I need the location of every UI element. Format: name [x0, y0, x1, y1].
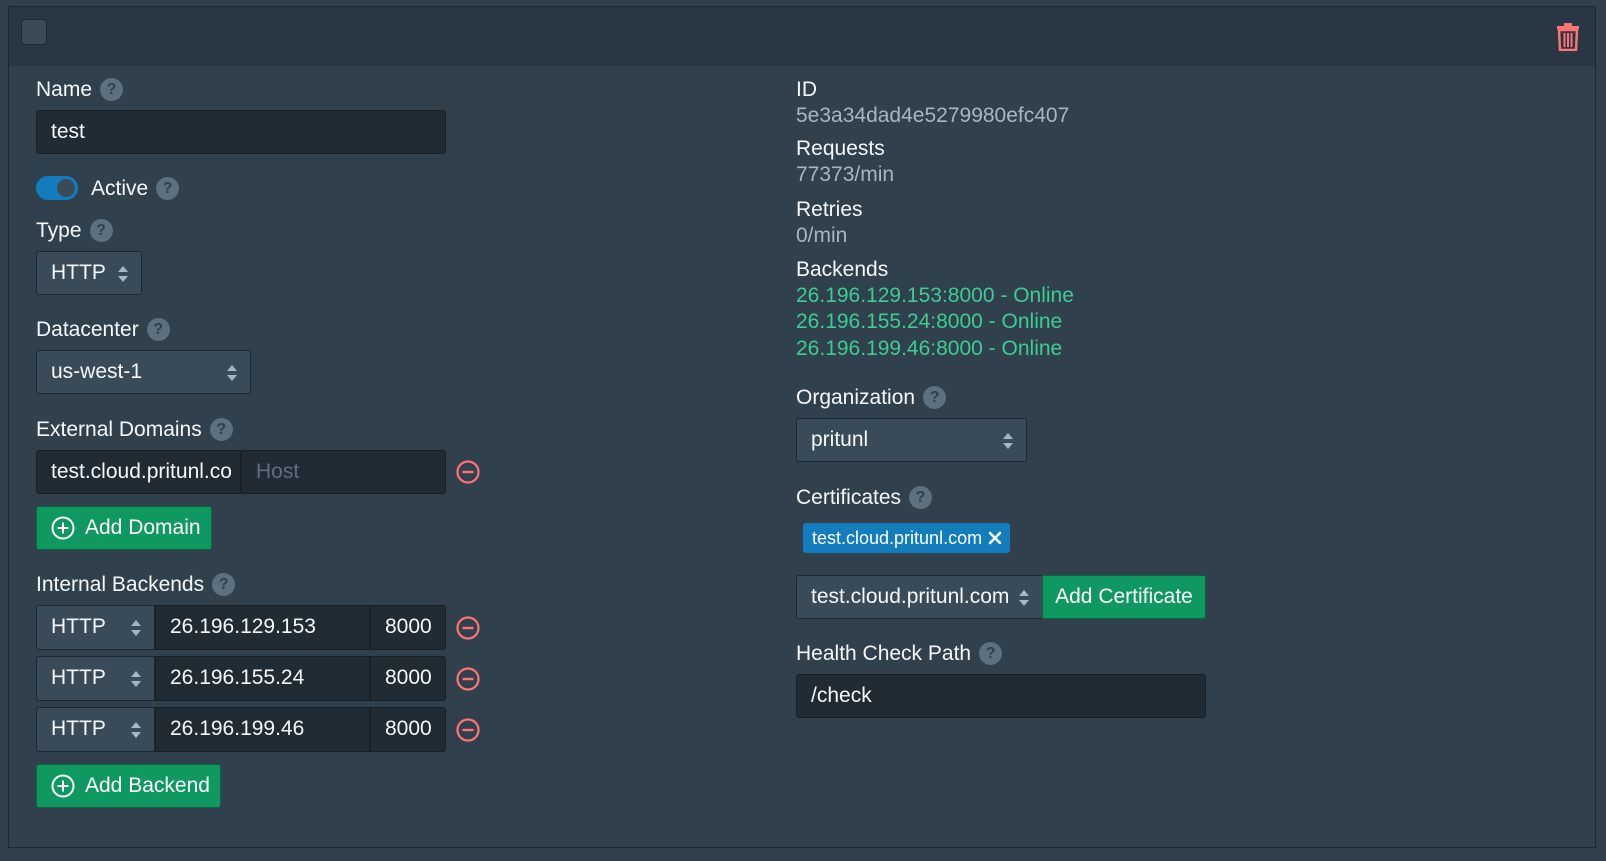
add-domain-label: Add Domain — [85, 516, 201, 539]
health-check-label-text: Health Check Path — [796, 642, 972, 665]
help-icon[interactable]: ? — [212, 572, 236, 596]
datacenter-label-text: Datacenter — [36, 318, 139, 341]
datacenter-label: Datacenter? — [36, 317, 170, 343]
type-label: Type? — [36, 218, 113, 244]
backend-ip-input[interactable]: 26.196.199.46 — [155, 707, 370, 752]
name-label-text: Name — [36, 78, 93, 101]
requests-label: Requests — [796, 137, 885, 160]
backend-port-input[interactable]: 8000 — [370, 605, 446, 650]
id-value: 5e3a34dad4e5279980efc407 — [796, 104, 1070, 127]
trash-icon[interactable] — [1556, 23, 1580, 51]
id-label: ID — [796, 78, 817, 101]
backend-status-item: 26.196.129.153:8000 - Online — [796, 284, 1074, 307]
active-label-text: Active — [91, 177, 149, 200]
certificate-select-value: test.cloud.pritunl.com — [811, 585, 1010, 608]
datacenter-select[interactable]: us-west-1 — [36, 350, 251, 394]
remove-backend-icon[interactable] — [456, 718, 480, 742]
name-input[interactable]: test — [36, 110, 446, 154]
help-icon[interactable]: ? — [923, 385, 947, 409]
internal-backends-label: Internal Backends? — [36, 572, 236, 598]
close-icon[interactable] — [988, 531, 1002, 545]
backend-protocol-value: HTTP — [51, 666, 106, 689]
datacenter-select-value: us-west-1 — [51, 360, 143, 383]
certificate-tag-label: test.cloud.pritunl.com — [812, 528, 983, 548]
backend-protocol-value: HTTP — [51, 717, 106, 740]
help-icon[interactable]: ? — [979, 641, 1003, 665]
remove-domain-icon[interactable] — [456, 460, 480, 484]
backend-port-input[interactable]: 8000 — [370, 707, 446, 752]
help-icon[interactable]: ? — [89, 218, 113, 242]
name-label: Name? — [36, 77, 124, 103]
caret-updown-icon — [131, 671, 141, 687]
certificate-tag: test.cloud.pritunl.com — [803, 523, 1011, 553]
backend-status-item: 26.196.199.46:8000 - Online — [796, 337, 1063, 360]
health-check-label: Health Check Path? — [796, 641, 1003, 667]
type-select[interactable]: HTTP — [36, 251, 142, 295]
help-icon[interactable]: ? — [209, 417, 233, 441]
backend-ip-input[interactable]: 26.196.129.153 — [155, 605, 370, 650]
caret-updown-icon — [118, 266, 128, 282]
host-input[interactable]: Host — [241, 450, 446, 494]
certificates-label: Certificates? — [796, 485, 933, 511]
add-backend-label: Add Backend — [85, 774, 210, 797]
backend-protocol-select[interactable]: HTTP — [36, 656, 155, 701]
external-domains-label-text: External Domains — [36, 418, 202, 441]
add-certificate-button[interactable]: Add Certificate — [1042, 575, 1206, 619]
remove-backend-icon[interactable] — [456, 616, 480, 640]
requests-value: 77373/min — [796, 163, 895, 186]
organization-select[interactable]: pritunl — [796, 418, 1027, 462]
help-icon[interactable]: ? — [100, 77, 124, 101]
help-icon[interactable]: ? — [156, 176, 180, 200]
organization-label: Organization? — [796, 385, 947, 411]
caret-updown-icon — [131, 620, 141, 636]
plus-circle-icon — [51, 774, 75, 798]
backend-port-input[interactable]: 8000 — [370, 656, 446, 701]
caret-updown-icon — [1003, 433, 1013, 449]
select-checkbox[interactable] — [21, 19, 47, 45]
backend-status-item: 26.196.155.24:8000 - Online — [796, 310, 1063, 333]
add-backend-button[interactable]: Add Backend — [36, 764, 221, 808]
caret-updown-icon — [227, 365, 237, 381]
toggle-knob — [57, 179, 75, 197]
organization-label-text: Organization — [796, 386, 916, 409]
caret-updown-icon — [131, 722, 141, 738]
internal-backends-label-text: Internal Backends — [36, 573, 205, 596]
backend-protocol-value: HTTP — [51, 615, 106, 638]
certificates-label-text: Certificates — [796, 486, 902, 509]
backend-ip-input[interactable]: 26.196.155.24 — [155, 656, 370, 701]
add-domain-button[interactable]: Add Domain — [36, 506, 212, 550]
help-icon[interactable]: ? — [909, 485, 933, 509]
backend-protocol-select[interactable]: HTTP — [36, 605, 155, 650]
certificate-select[interactable]: test.cloud.pritunl.com — [796, 575, 1043, 619]
remove-backend-icon[interactable] — [456, 667, 480, 691]
retries-label: Retries — [796, 198, 863, 221]
caret-updown-icon — [1019, 590, 1029, 606]
type-select-value: HTTP — [51, 261, 106, 284]
external-domains-label: External Domains? — [36, 417, 233, 443]
active-toggle[interactable] — [36, 176, 78, 200]
help-icon[interactable]: ? — [146, 317, 170, 341]
backend-protocol-select[interactable]: HTTP — [36, 707, 155, 752]
plus-circle-icon — [51, 516, 75, 540]
domain-input[interactable]: test.cloud.pritunl.co — [36, 450, 241, 494]
type-label-text: Type — [36, 219, 82, 242]
card-header — [9, 7, 1595, 66]
health-check-input[interactable]: /check — [796, 674, 1206, 718]
active-label: Active? — [91, 176, 180, 202]
backends-status-label: Backends — [796, 258, 889, 281]
retries-value: 0/min — [796, 224, 848, 247]
organization-select-value: pritunl — [811, 428, 869, 451]
